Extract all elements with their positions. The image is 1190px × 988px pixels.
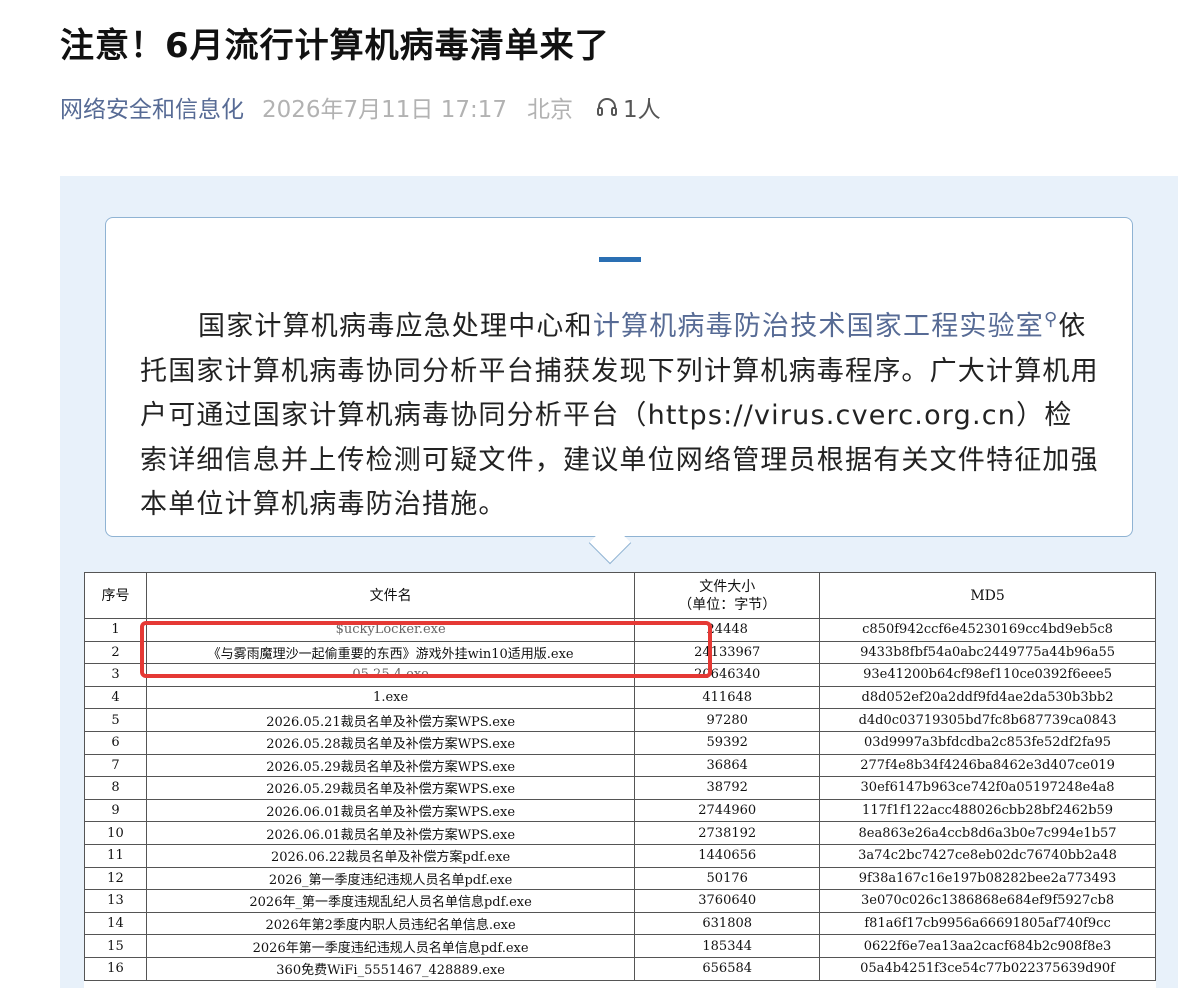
- cell-md5: 3e070c026c1386868e684ef9f5927cb8: [819, 889, 1156, 913]
- table-row: 11 2026.06.22裁员名单及补偿方案pdf.exe 1440656 3a74c…: [84, 843, 1156, 868]
- cell-index: 6: [84, 730, 147, 755]
- table-row: 16 360免费WiFi_5551467_428889.exe 656584 05a4…: [84, 956, 1156, 981]
- cell-index: 3: [84, 663, 147, 687]
- cell-md5: 30ef6147b963ce742f0a05197248e4a8: [819, 776, 1156, 800]
- intro-text: 国家计算机病毒应急处理中心和计算机病毒防治技术国家工程实验室⚲依托国家计算机病毒…: [140, 298, 1100, 528]
- cell-index: 10: [84, 821, 147, 845]
- cell-size: 2738192: [634, 821, 821, 845]
- cell-index: 7: [84, 753, 147, 778]
- intro-text-after: 依托国家计算机病毒协同分析平台捕获发现下列计算机病毒程序。广大计算机用户可通过国…: [140, 311, 1099, 520]
- table-row: 9 2026.06.01裁员名单及补偿方案WPS.exe 2744960 117f1f…: [84, 798, 1156, 823]
- cell-md5: d8d052ef20a2ddf9fd4ae2da530b3bb2: [819, 685, 1156, 710]
- header-size-label: 文件大小: [699, 578, 756, 595]
- callout-accent-bar: [599, 257, 641, 262]
- table-row: 12 2026_第一季度违纪违规人员名单pdf.exe 50176 9f38a167c…: [84, 866, 1156, 891]
- table-row: 15 2026年第一季度违纪违规人员名单信息pdf.exe 185344 0622f6…: [84, 934, 1156, 958]
- cell-index: 12: [84, 866, 147, 891]
- cell-size: 2744960: [634, 798, 821, 823]
- cell-md5: d4d0c03719305bd7fc8b687739ca0843: [819, 708, 1156, 732]
- cell-index: 1: [84, 618, 147, 642]
- header-size-unit: （单位：字节）: [678, 596, 777, 613]
- header-filename: 文件名: [145, 572, 636, 619]
- header-size: 文件大小 （单位：字节）: [634, 572, 821, 619]
- cell-index: 5: [84, 708, 147, 732]
- cell-index: 11: [84, 843, 147, 868]
- cell-md5: c850f942ccf6e45230169cc4bd9eb5c8: [819, 618, 1156, 642]
- cell-filename: 2026.05.29裁员名单及补偿方案WPS.exe: [145, 776, 636, 800]
- publish-date: 2026年7月11日 17:17: [262, 97, 508, 123]
- table-row: 6 2026.05.28裁员名单及补偿方案WPS.exe 59392 03d9997a…: [84, 730, 1156, 755]
- cell-md5: 93e41200b64cf98ef110ce0392f6eee5: [819, 663, 1156, 687]
- article-title: 注意！6月流行计算机病毒清单来了: [60, 26, 610, 66]
- cell-size: 185344: [634, 934, 821, 958]
- cell-md5: 0622f6e7ea13aa2cacf684b2c908f8e3: [819, 934, 1156, 958]
- header-md5: MD5: [819, 572, 1156, 619]
- cell-index: 8: [84, 776, 147, 800]
- cell-size: 411648: [634, 685, 821, 710]
- cell-index: 16: [84, 956, 147, 981]
- cell-filename: 2026.06.22裁员名单及补偿方案pdf.exe: [145, 843, 636, 868]
- listen-button[interactable]: 1人: [595, 90, 661, 124]
- cell-size: 38792: [634, 776, 821, 800]
- cell-index: 15: [84, 934, 147, 958]
- table-row: 4 1.exe 411648 d8d052ef20a2ddf9fd4ae2da530b…: [84, 685, 1156, 710]
- cell-md5: 05a4b4251f3ce54c77b022375639d90f: [819, 956, 1156, 981]
- table-row: 7 2026.05.29裁员名单及补偿方案WPS.exe 36864 277f4e8b…: [84, 753, 1156, 778]
- cell-filename: 2026.05.21裁员名单及补偿方案WPS.exe: [145, 708, 636, 732]
- cell-filename: 2026年第一季度违纪违规人员名单信息pdf.exe: [145, 934, 636, 958]
- search-icon[interactable]: ⚲: [1044, 298, 1058, 343]
- cell-size: 36864: [634, 753, 821, 778]
- cell-filename: 2026_第一季度违纪违规人员名单pdf.exe: [145, 866, 636, 891]
- headphones-icon: [597, 98, 618, 116]
- table-row: 10 2026.06.01裁员名单及补偿方案WPS.exe 2738192 8ea86…: [84, 821, 1156, 845]
- intro-text-before: 国家计算机病毒应急处理中心和: [198, 311, 593, 342]
- cell-index: 14: [84, 911, 147, 936]
- cell-filename: 360免费WiFi_5551467_428889.exe: [145, 956, 636, 981]
- cell-md5: 03d9997a3bfdcdba2c853fe52df2fa95: [819, 730, 1156, 755]
- cell-size: 631808: [634, 911, 821, 936]
- cell-md5: 9433b8fbf54a0abc2449775a44b96a55: [819, 640, 1156, 665]
- intro-callout: 国家计算机病毒应急处理中心和计算机病毒防治技术国家工程实验室⚲依托国家计算机病毒…: [105, 217, 1133, 537]
- table-row: 14 2026年第2季度内职人员违纪名单信息.exe 631808 f81a6f17c…: [84, 911, 1156, 936]
- cell-filename: 2026.05.28裁员名单及补偿方案WPS.exe: [145, 730, 636, 755]
- cell-md5: 9f38a167c16e197b08282bee2a773493: [819, 866, 1156, 891]
- source-account-link[interactable]: 网络安全和信息化: [60, 90, 244, 124]
- listener-count: 1人: [623, 97, 661, 123]
- highlight-box: [140, 621, 712, 678]
- cell-filename: 1.exe: [145, 685, 636, 710]
- cell-md5: 117f1f122acc488026cbb28bf2462b59: [819, 798, 1156, 823]
- table-row: 5 2026.05.21裁员名单及补偿方案WPS.exe 97280 d4d0c037…: [84, 708, 1156, 732]
- cell-md5: 8ea863e26a4ccb8d6a3b0e7c994e1b57: [819, 821, 1156, 845]
- cell-size: 3760640: [634, 889, 821, 913]
- cell-index: 4: [84, 685, 147, 710]
- cell-size: 50176: [634, 866, 821, 891]
- cell-md5: 3a74c2bc7427ce8eb02dc76740bb2a48: [819, 843, 1156, 868]
- table-row: 8 2026.05.29裁员名单及补偿方案WPS.exe 38792 30ef6147…: [84, 776, 1156, 800]
- article-meta: 网络安全和信息化 2026年7月11日 17:17 北京 1人: [60, 90, 661, 124]
- cell-md5: f81a6f17cb9956a66691805af740f9cc: [819, 911, 1156, 936]
- table-header-row: 序号 文件名 文件大小 （单位：字节） MD5: [84, 572, 1156, 619]
- table-row: 13 2026年_第一季度违规乱纪人员名单信息pdf.exe 3760640 3e07…: [84, 889, 1156, 913]
- cell-size: 97280: [634, 708, 821, 732]
- cell-filename: 2026年第2季度内职人员违纪名单信息.exe: [145, 911, 636, 936]
- cell-index: 2: [84, 640, 147, 665]
- header-index: 序号: [84, 572, 147, 619]
- cell-index: 9: [84, 798, 147, 823]
- cell-md5: 277f4e8b34f4246ba8462e3d407ce019: [819, 753, 1156, 778]
- lab-link[interactable]: 计算机病毒防治技术国家工程实验室: [593, 311, 1044, 342]
- cell-size: 656584: [634, 956, 821, 981]
- cell-filename: 2026年_第一季度违规乱纪人员名单信息pdf.exe: [145, 889, 636, 913]
- publish-location: 北京: [527, 97, 574, 123]
- article-content-panel: 国家计算机病毒应急处理中心和计算机病毒防治技术国家工程实验室⚲依托国家计算机病毒…: [60, 176, 1178, 988]
- cell-index: 13: [84, 889, 147, 913]
- cell-filename: 2026.05.29裁员名单及补偿方案WPS.exe: [145, 753, 636, 778]
- cell-filename: 2026.06.01裁员名单及补偿方案WPS.exe: [145, 798, 636, 823]
- cell-size: 59392: [634, 730, 821, 755]
- cell-size: 1440656: [634, 843, 821, 868]
- cell-filename: 2026.06.01裁员名单及补偿方案WPS.exe: [145, 821, 636, 845]
